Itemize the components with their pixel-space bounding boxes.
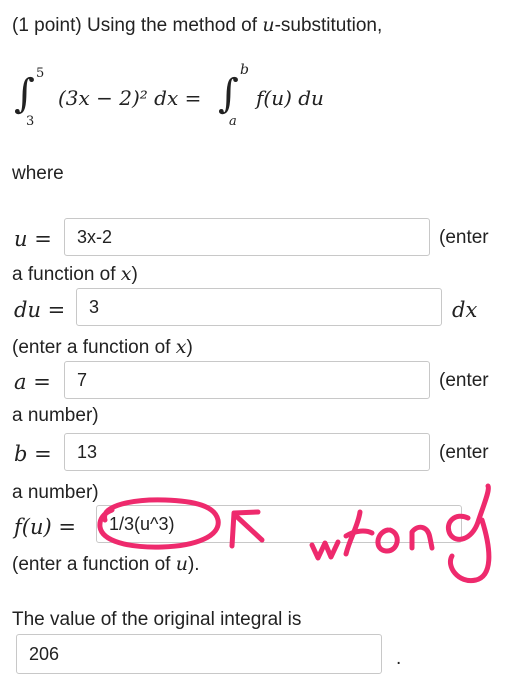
where-text: where	[12, 163, 64, 184]
original-value-input[interactable]: 206	[16, 634, 382, 674]
u-input[interactable]: 3x-2	[64, 218, 430, 256]
b-label: b =	[14, 442, 52, 466]
b-note: a number)	[12, 482, 99, 503]
u-note-var: x	[120, 263, 132, 285]
b-enter-text: (enter	[439, 442, 489, 463]
u-note: a function of x)	[12, 263, 138, 286]
u-label: u =	[14, 227, 52, 251]
original-prompt: The value of the original integral is	[12, 609, 302, 630]
fu-note-prefix: (enter a function of	[12, 554, 176, 575]
du-note-suffix: )	[186, 337, 193, 358]
fu-note: (enter a function of u).	[12, 553, 200, 576]
u-enter-text: (enter	[439, 227, 489, 248]
integral-sign-right: ∫	[218, 71, 239, 117]
du-note-var: x	[175, 336, 187, 358]
b-input[interactable]: 13	[64, 433, 430, 471]
u-note-prefix: a function of	[12, 264, 121, 285]
a-label: a =	[14, 370, 51, 394]
intro-var-u: u	[262, 14, 275, 36]
a-note: a number)	[12, 405, 99, 426]
original-period: .	[396, 648, 402, 669]
du-input[interactable]: 3	[76, 288, 442, 326]
integral-sign-left: ∫	[14, 71, 35, 117]
u-note-suffix: )	[131, 264, 138, 285]
a-input[interactable]: 7	[64, 361, 430, 399]
du-note-prefix: (enter a function of	[12, 337, 176, 358]
intro-prefix: (1 point) Using the method of	[12, 15, 263, 36]
intro-suffix: -substitution,	[274, 15, 383, 36]
du-note: (enter a function of x)	[12, 336, 193, 359]
fu-note-var: u	[175, 553, 188, 575]
integral-integrand: (3x − 2)² dx =	[58, 86, 202, 110]
letter-w	[309, 539, 341, 561]
dx-label: dx	[452, 298, 478, 322]
du-label: du =	[14, 298, 66, 322]
integral-upper-b: b	[240, 62, 249, 78]
integral-lower-a: a	[229, 114, 237, 129]
fu-input[interactable]: 1/3(u^3)	[96, 505, 462, 543]
integral-lower-limit: 3	[26, 114, 35, 129]
intro-text: (1 point) Using the method of u-substitu…	[12, 14, 382, 37]
integral-rhs-integrand: f(u) du	[256, 86, 324, 110]
fu-note-suffix: ).	[187, 554, 200, 575]
a-enter-text: (enter	[439, 370, 489, 391]
integral-upper-limit: 5	[36, 66, 45, 81]
fu-label: f(u) =	[14, 515, 76, 539]
